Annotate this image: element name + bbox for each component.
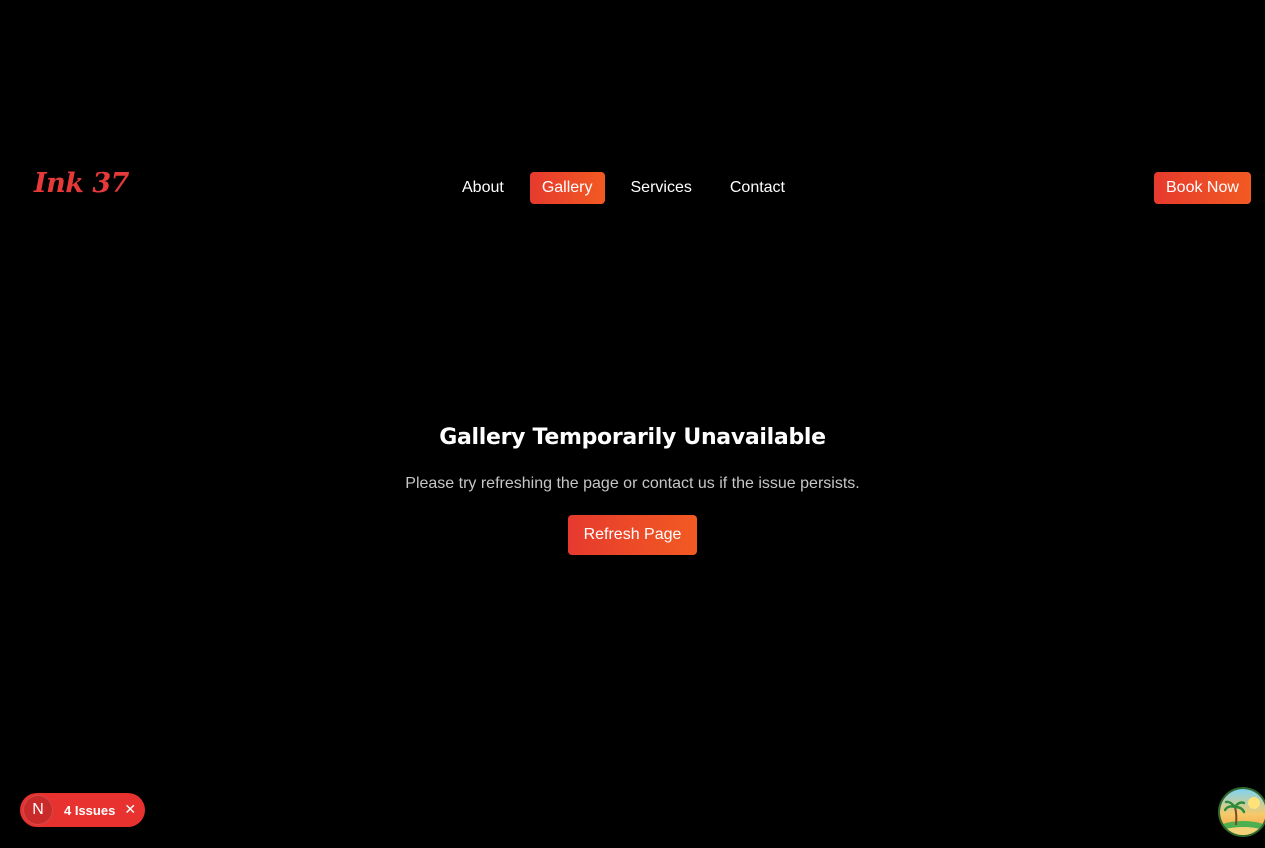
page: Ink 37 About Gallery Services Contact Bo… [0, 0, 1265, 848]
nav-item-gallery[interactable]: Gallery [529, 172, 605, 204]
nav-item-services[interactable]: Services [619, 172, 704, 204]
error-panel: Gallery Temporarily Unavailable Please t… [0, 420, 1265, 555]
beach-avatar-icon [1220, 789, 1265, 835]
site-logo[interactable]: Ink 37 [34, 168, 129, 199]
nav-item-about[interactable]: About [450, 172, 516, 204]
issues-count-label[interactable]: 4 Issues [64, 803, 115, 818]
error-message: Please try refreshing the page or contac… [405, 475, 860, 492]
nav-item-contact[interactable]: Contact [718, 172, 797, 204]
close-icon[interactable]: ✕ [124, 802, 136, 818]
avatar[interactable] [1220, 789, 1265, 835]
error-title: Gallery Temporarily Unavailable [439, 425, 826, 450]
dev-issues-indicator[interactable]: N 4 Issues ✕ [20, 793, 145, 827]
refresh-page-button[interactable]: Refresh Page [567, 515, 698, 555]
main-nav: About Gallery Services Contact [450, 172, 811, 204]
nextjs-logo-icon[interactable]: N [23, 795, 53, 825]
book-now-button[interactable]: Book Now [1154, 172, 1251, 204]
